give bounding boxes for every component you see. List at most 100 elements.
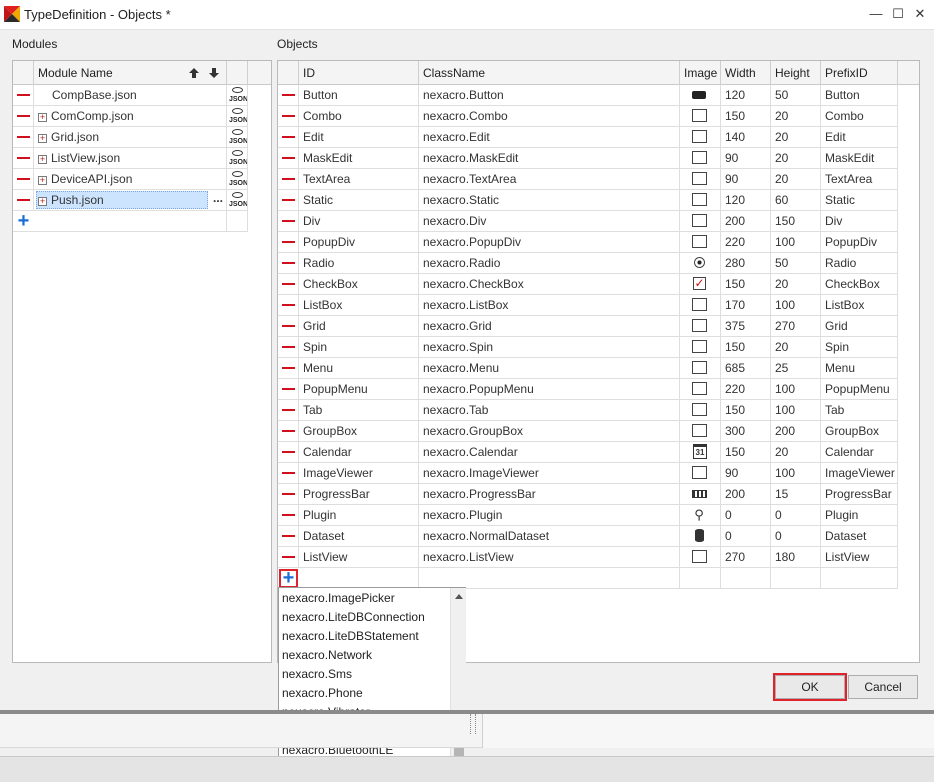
object-width-cell[interactable]: 280 [721,253,771,273]
object-remove-cell[interactable] [278,274,299,294]
object-prefix-cell[interactable]: Div [821,211,898,231]
object-prefix-cell[interactable]: PopupDiv [821,232,898,252]
object-prefix-cell[interactable]: ListView [821,547,898,567]
object-id-cell[interactable]: TextArea [299,169,419,189]
object-image-cell[interactable]: ✓ [680,274,721,294]
object-height-cell[interactable]: 60 [771,190,821,210]
remove-icon[interactable] [282,367,295,369]
object-remove-cell[interactable] [278,463,299,483]
object-width-cell[interactable]: 0 [721,505,771,525]
object-height-cell[interactable]: 200 [771,421,821,441]
object-height-cell[interactable]: 20 [771,148,821,168]
object-row[interactable]: Edit nexacro.Edit 140 20 Edit [278,127,898,148]
remove-icon[interactable] [282,304,295,306]
object-prefix-cell[interactable]: Combo [821,106,898,126]
scroll-up-icon[interactable] [455,593,463,599]
object-classname-cell[interactable]: nexacro.Spin [419,337,680,357]
module-name-cell[interactable]: + Grid.json [34,127,227,147]
remove-icon[interactable] [282,451,295,453]
maximize-icon[interactable]: ☐ [888,4,908,24]
object-prefix-cell[interactable]: Calendar [821,442,898,462]
object-remove-cell[interactable] [278,337,299,357]
object-classname-cell[interactable]: nexacro.ListView [419,547,680,567]
object-id-cell[interactable]: Plugin [299,505,419,525]
object-height-cell[interactable]: 20 [771,274,821,294]
object-row[interactable]: Radio nexacro.Radio 280 50 Radio [278,253,898,274]
module-row[interactable]: + DeviceAPI.json JSON [13,169,248,190]
object-row[interactable]: Dataset nexacro.NormalDataset 0 0 Dataset [278,526,898,547]
object-id-cell[interactable]: Menu [299,358,419,378]
object-width-cell[interactable]: 140 [721,127,771,147]
object-classname-cell[interactable]: nexacro.ImageViewer [419,463,680,483]
expand-icon[interactable]: + [38,197,47,206]
module-json-cell[interactable]: JSON [227,148,248,168]
object-remove-cell[interactable] [278,190,299,210]
object-height-cell[interactable]: 0 [771,505,821,525]
object-image-cell[interactable] [680,316,721,336]
object-prefix-cell[interactable]: ProgressBar [821,484,898,504]
object-width-cell[interactable]: 150 [721,337,771,357]
object-width-cell[interactable]: 150 [721,442,771,462]
object-width-cell[interactable]: 90 [721,148,771,168]
object-height-cell[interactable]: 20 [771,106,821,126]
object-height-cell[interactable]: 20 [771,169,821,189]
remove-icon[interactable] [282,262,295,264]
remove-icon[interactable] [282,283,295,285]
object-prefix-cell[interactable]: Static [821,190,898,210]
object-prefix-cell[interactable]: Plugin [821,505,898,525]
object-id-cell[interactable]: Button [299,85,419,105]
object-image-cell[interactable] [680,400,721,420]
object-remove-cell[interactable] [278,442,299,462]
dropdown-item[interactable]: nexacro.ImagePicker [282,589,395,608]
module-name-cell[interactable]: + ComComp.json [34,106,227,126]
object-id-cell[interactable]: CheckBox [299,274,419,294]
dropdown-item[interactable]: nexacro.LiteDBConnection [282,608,425,627]
module-row[interactable]: + Push.json... JSON [13,190,248,211]
object-row[interactable]: Div nexacro.Div 200 150 Div [278,211,898,232]
object-classname-cell[interactable]: nexacro.Static [419,190,680,210]
object-image-cell[interactable] [680,421,721,441]
remove-icon[interactable] [282,136,295,138]
object-remove-cell[interactable] [278,484,299,504]
object-width-cell[interactable]: 120 [721,85,771,105]
object-height-cell[interactable]: 100 [771,379,821,399]
object-classname-cell[interactable]: nexacro.CheckBox [419,274,680,294]
object-classname-cell[interactable]: nexacro.PopupDiv [419,232,680,252]
object-id-cell[interactable]: GroupBox [299,421,419,441]
object-classname-cell[interactable]: nexacro.GroupBox [419,421,680,441]
close-icon[interactable]: ✕ [910,4,930,24]
expand-icon[interactable]: + [38,134,47,143]
move-down-icon[interactable] [208,67,220,79]
object-prefix-cell[interactable]: Tab [821,400,898,420]
object-id-cell[interactable]: Dataset [299,526,419,546]
object-remove-cell[interactable] [278,127,299,147]
object-height-cell[interactable]: 100 [771,400,821,420]
remove-icon[interactable] [282,241,295,243]
object-row[interactable]: Combo nexacro.Combo 150 20 Combo [278,106,898,127]
json-icon[interactable]: JSON [229,117,247,124]
remove-icon[interactable] [282,178,295,180]
object-classname-cell[interactable]: nexacro.Tab [419,400,680,420]
object-prefix-cell[interactable]: Menu [821,358,898,378]
object-classname-cell[interactable]: nexacro.Div [419,211,680,231]
object-prefix-cell[interactable]: Radio [821,253,898,273]
module-name-cell[interactable]: CompBase.json [34,85,227,105]
remove-icon[interactable] [282,199,295,201]
object-height-cell[interactable]: 100 [771,463,821,483]
remove-icon[interactable] [282,115,295,117]
object-remove-cell[interactable] [278,316,299,336]
object-width-cell[interactable]: 150 [721,274,771,294]
object-prefix-cell[interactable]: Spin [821,337,898,357]
object-image-cell[interactable]: ⚲ [680,505,721,525]
remove-icon[interactable] [282,472,295,474]
object-classname-cell[interactable]: nexacro.MaskEdit [419,148,680,168]
module-name-cell[interactable]: + Push.json... [34,190,227,210]
object-image-cell[interactable] [680,295,721,315]
object-image-cell[interactable] [680,232,721,252]
module-remove-cell[interactable] [13,148,34,168]
object-remove-cell[interactable] [278,421,299,441]
object-image-cell[interactable]: 31 [680,442,721,462]
object-id-cell[interactable]: Radio [299,253,419,273]
object-height-cell[interactable]: 150 [771,211,821,231]
remove-icon[interactable] [17,115,30,117]
